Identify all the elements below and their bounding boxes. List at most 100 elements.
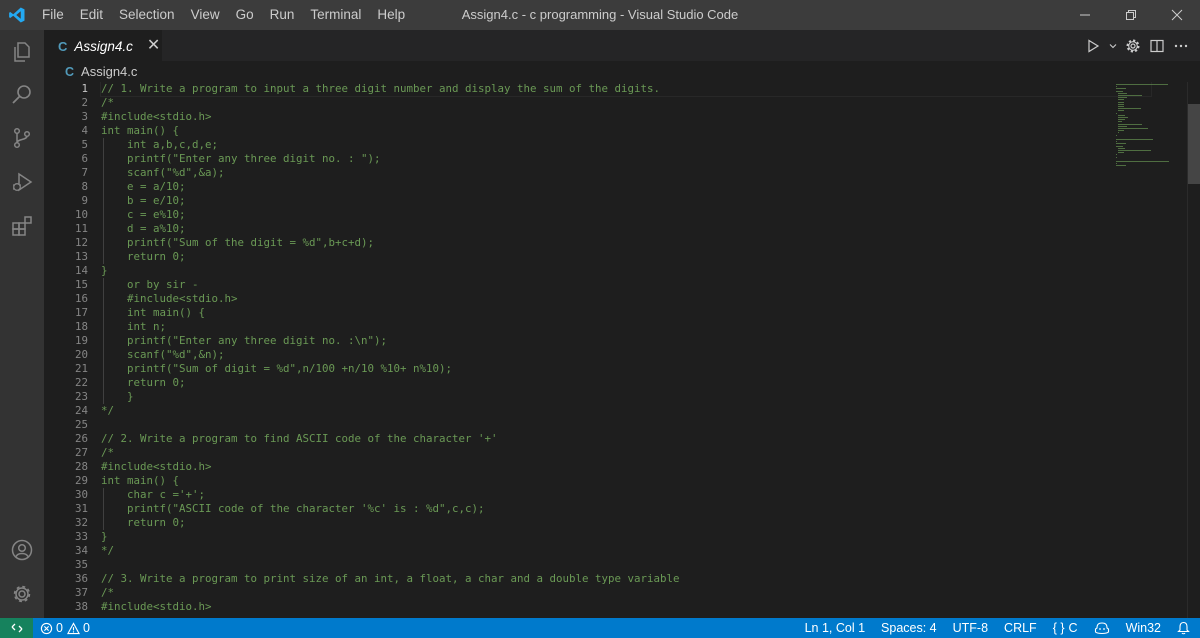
line-number: 30: [74, 488, 88, 501]
code-area[interactable]: // 1. Write a program to input a three d…: [100, 82, 1152, 614]
code-line[interactable]: d = a%10;: [101, 222, 1151, 236]
code-editor[interactable]: 1 2 3 4 5 6 7 8 9 10 11 12 13 14 15 16 17 18 19 20 21 22 23 24 2…: [44, 82, 1200, 618]
menu-run[interactable]: Run: [262, 0, 303, 30]
code-line[interactable]: return 0;: [101, 250, 1151, 264]
minimap-line: [1118, 103, 1124, 105]
explorer-icon[interactable]: [0, 30, 44, 74]
menu-terminal[interactable]: Terminal: [302, 0, 369, 30]
manage-gear-icon[interactable]: [0, 572, 44, 616]
code-line[interactable]: #include<stdio.h>: [101, 600, 1151, 614]
source-control-icon[interactable]: [0, 116, 44, 160]
code-line[interactable]: int main() {: [101, 124, 1151, 138]
code-line[interactable]: */: [101, 404, 1151, 418]
menu-view[interactable]: View: [183, 0, 228, 30]
scrollbar-thumb[interactable]: [1188, 104, 1200, 184]
search-icon[interactable]: [0, 72, 44, 116]
language-mode[interactable]: { } C: [1045, 618, 1086, 638]
menu-help[interactable]: Help: [369, 0, 413, 30]
code-line[interactable]: e = a/10;: [101, 180, 1151, 194]
code-line[interactable]: [101, 558, 1151, 572]
code-line[interactable]: int main() {: [101, 474, 1151, 488]
code-line[interactable]: scanf("%d",&n);: [101, 348, 1151, 362]
code-line[interactable]: // 2. Write a program to find ASCII code…: [101, 432, 1151, 446]
minimap-line: [1116, 90, 1124, 92]
code-line[interactable]: }: [101, 390, 1151, 404]
code-line[interactable]: /*: [101, 586, 1151, 600]
code-line[interactable]: /*: [101, 446, 1151, 460]
code-line[interactable]: int a,b,c,d,e;: [101, 138, 1151, 152]
encoding[interactable]: UTF-8: [945, 618, 996, 638]
notifications-button[interactable]: [1169, 618, 1200, 638]
breadcrumb-file[interactable]: Assign4.c: [81, 64, 137, 79]
code-line[interactable]: /*: [101, 96, 1151, 110]
code-line[interactable]: printf("Sum of the digit = %d",b+c+d);: [101, 236, 1151, 250]
remote-indicator-button[interactable]: [0, 618, 33, 638]
vertical-scrollbar[interactable]: [1188, 82, 1200, 618]
line-number-gutter: 1 2 3 4 5 6 7 8 9 10 11 12 13 14 15 16 17 18 19 20 21 22 23 24 2…: [44, 82, 88, 614]
breadcrumb: C Assign4.c: [44, 61, 1200, 82]
copilot-icon: [1094, 622, 1109, 635]
split-editor-icon[interactable]: [1146, 30, 1168, 61]
code-line[interactable]: printf("ASCII code of the character '%c'…: [101, 502, 1151, 516]
code-line[interactable]: or by sir -: [101, 278, 1151, 292]
code-line[interactable]: int main() {: [101, 306, 1151, 320]
platform-config[interactable]: Win32: [1118, 618, 1169, 638]
minimap-line: [1118, 121, 1122, 123]
minimap-line: [1116, 163, 1118, 165]
code-line[interactable]: printf("Sum of digit = %d",n/100 +n/10 %…: [101, 362, 1151, 376]
indent-guide: [103, 138, 104, 152]
restore-button[interactable]: [1108, 0, 1154, 30]
extensions-icon[interactable]: [0, 204, 44, 248]
code-line[interactable]: printf("Enter any three digit no. : ");: [101, 152, 1151, 166]
code-line[interactable]: return 0;: [101, 516, 1151, 530]
tab-assign4-c[interactable]: C Assign4.c ✕: [44, 30, 162, 61]
code-line[interactable]: #include<stdio.h>: [101, 110, 1151, 124]
indentation[interactable]: Spaces: 4: [873, 618, 945, 638]
line-number: 25: [74, 418, 88, 431]
code-line[interactable]: [101, 418, 1151, 432]
c-file-icon: C: [65, 64, 75, 79]
code-line[interactable]: scanf("%d",&a);: [101, 166, 1151, 180]
code-line[interactable]: int n;: [101, 320, 1151, 334]
code-line[interactable]: // 1. Write a program to input a three d…: [100, 82, 1152, 97]
run-icon[interactable]: [1082, 30, 1104, 61]
line-number: 29: [74, 474, 88, 487]
code-line[interactable]: }: [101, 530, 1151, 544]
account-icon[interactable]: [0, 528, 44, 572]
chevron-down-icon[interactable]: [1106, 30, 1120, 61]
settings-gear-icon[interactable]: [1122, 30, 1144, 61]
code-line[interactable]: b = e/10;: [101, 194, 1151, 208]
menu-go[interactable]: Go: [228, 0, 262, 30]
line-number: 28: [74, 460, 88, 473]
bell-icon: [1177, 621, 1190, 635]
more-icon[interactable]: [1170, 30, 1192, 61]
tab-close-icon[interactable]: ✕: [147, 38, 160, 54]
code-line[interactable]: // 3. Write a program to print size of a…: [101, 572, 1151, 586]
run-debug-icon[interactable]: [0, 160, 44, 204]
braces-icon: { }: [1052, 621, 1065, 635]
code-line[interactable]: printf("Enter any three digit no. :\n");: [101, 334, 1151, 348]
copilot-button[interactable]: [1086, 618, 1118, 638]
code-line[interactable]: */: [101, 544, 1151, 558]
menu-edit[interactable]: Edit: [72, 0, 111, 30]
code-line[interactable]: char c ='+';: [101, 488, 1151, 502]
menu-file[interactable]: File: [34, 0, 72, 30]
line-number: 18: [74, 320, 88, 333]
close-window-button[interactable]: [1154, 0, 1200, 30]
line-number: 6: [81, 152, 88, 165]
code-line[interactable]: return 0;: [101, 376, 1151, 390]
code-line[interactable]: #include<stdio.h>: [101, 460, 1151, 474]
end-of-line[interactable]: CRLF: [996, 618, 1045, 638]
minimap-line: [1118, 110, 1124, 112]
code-line[interactable]: c = e%10;: [101, 208, 1151, 222]
indent-guide: [103, 334, 104, 348]
line-number: 14: [74, 264, 88, 277]
cursor-position[interactable]: Ln 1, Col 1: [797, 618, 873, 638]
code-line[interactable]: #include<stdio.h>: [101, 292, 1151, 306]
minimap[interactable]: [1116, 82, 1186, 282]
minimize-button[interactable]: [1062, 0, 1108, 30]
menu-selection[interactable]: Selection: [111, 0, 183, 30]
problems-button[interactable]: 0 0: [40, 618, 90, 638]
line-number: 31: [74, 502, 88, 515]
code-line[interactable]: }: [101, 264, 1151, 278]
